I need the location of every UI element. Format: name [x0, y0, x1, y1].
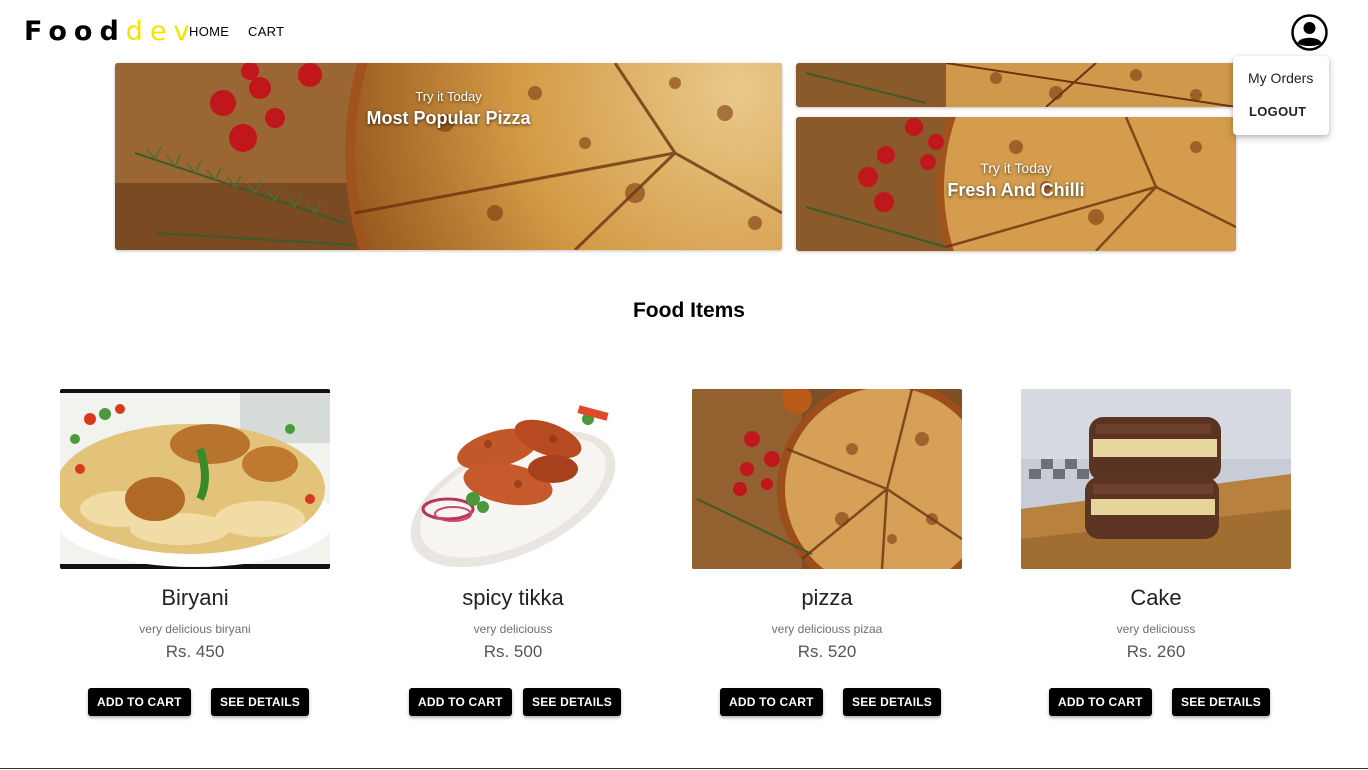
banner-secondary-title: Fresh And Chilli [947, 180, 1085, 200]
item-price: Rs. 500 [483, 642, 543, 661]
item-name: spicy tikka [462, 585, 564, 610]
add-to-cart-button[interactable]: ADD TO CART [720, 688, 823, 716]
item-price: Rs. 520 [797, 642, 857, 661]
hero-banner-bottom-right[interactable]: Try it Today Fresh And Chilli [796, 117, 1236, 251]
item-name: Cake [1130, 585, 1182, 610]
banner-secondary-caption: Try it Today Fresh And Chilli [796, 160, 1236, 201]
spicy-tikka-image [378, 389, 648, 569]
banner-main-tagline: Try it Today [415, 89, 482, 104]
footer-divider [0, 768, 1368, 769]
item-description: very deliciouss [1116, 622, 1196, 636]
food-items-heading: Food Items [632, 299, 745, 322]
menu-item-my-orders[interactable]: My Orders [1248, 70, 1313, 86]
item-price: Rs. 450 [165, 642, 225, 661]
user-dropdown-menu: My Orders LOGOUT [1233, 56, 1329, 135]
food-card-biryani: Biryani very delicious biryani Rs. 450 A… [60, 389, 330, 729]
brand-logo[interactable]: Fooddev [24, 16, 197, 48]
nav-home-link[interactable]: HOME [189, 24, 229, 40]
see-details-button[interactable]: SEE DETAILS [843, 688, 941, 716]
item-description: very delicious biryani [139, 622, 251, 636]
logo-text-food: Food [24, 16, 126, 47]
banner-secondary-tagline: Try it Today [980, 160, 1052, 176]
biryani-image [60, 389, 330, 569]
banner-main-caption: Try it Today Most Popular Pizza [115, 89, 782, 129]
see-details-button[interactable]: SEE DETAILS [211, 688, 309, 716]
add-to-cart-button[interactable]: ADD TO CART [1049, 688, 1152, 716]
user-account-icon[interactable] [1291, 14, 1328, 51]
item-description: very deliciouss [473, 622, 553, 636]
menu-item-logout[interactable]: LOGOUT [1249, 104, 1306, 119]
item-description: very deliciouss pizaa [771, 622, 883, 636]
top-navbar: Fooddev HOME CART [0, 0, 1350, 63]
hero-banner-top-right[interactable] [796, 63, 1236, 107]
food-card-spicy-tikka: spicy tikka very deliciouss Rs. 500 ADD … [378, 389, 648, 729]
item-price: Rs. 260 [1126, 642, 1186, 661]
item-name: Biryani [161, 585, 229, 610]
banner-main-title: Most Popular Pizza [366, 108, 531, 128]
add-to-cart-button[interactable]: ADD TO CART [409, 688, 512, 716]
food-card-cake: Cake very deliciouss Rs. 260 ADD TO CART… [1021, 389, 1291, 729]
pizza-image [692, 389, 962, 569]
see-details-button[interactable]: SEE DETAILS [1172, 688, 1270, 716]
pizza-banner-image [796, 63, 1236, 107]
item-name: pizza [801, 585, 853, 610]
food-card-pizza: pizza very deliciouss pizaa Rs. 520 ADD … [692, 389, 962, 729]
see-details-button[interactable]: SEE DETAILS [523, 688, 621, 716]
hero-banner-main[interactable]: Try it Today Most Popular Pizza [115, 63, 782, 250]
nav-cart-link[interactable]: CART [248, 24, 284, 40]
logo-text-dev: dev [125, 16, 197, 47]
cake-image [1021, 389, 1291, 569]
add-to-cart-button[interactable]: ADD TO CART [88, 688, 191, 716]
